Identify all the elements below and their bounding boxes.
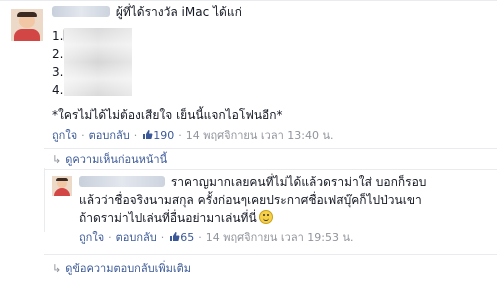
like-count[interactable]: 190: [153, 129, 174, 142]
reply-arrow-icon: ↳: [52, 262, 62, 275]
comment-body-line: *ใครไม่ได้ไม่ต้องเสียใจ เย็นนี้แจกไอโฟนอ…: [52, 108, 283, 122]
like-count[interactable]: 65: [180, 231, 194, 244]
like-thumb-icon: [142, 129, 153, 140]
view-more-replies[interactable]: ↳ ดูข้อความตอบกลับเพิ่มเติม: [52, 262, 191, 276]
like-thumb-icon: [169, 231, 180, 242]
reply-timestamp[interactable]: 14 พฤศจิกายน เวลา 19:53 น.: [206, 231, 354, 244]
top-divider: [0, 0, 497, 1]
view-previous-comments[interactable]: ↳ ดูความเห็นก่อนหน้านี้: [52, 153, 167, 167]
comment-timestamp[interactable]: 14 พฤศจิกายน เวลา 13:40 น.: [186, 129, 334, 142]
reply-body-line: ราคาญมากเลยคนที่ไม่ได้แล้วดราม่าใส่ บอกก…: [79, 174, 426, 190]
like-button[interactable]: ถูกใจ: [79, 231, 104, 244]
comment-actions: ถูกใจ · ตอบกลับ · 190 · 14 พฤศจิกายน เวลา 13:4…: [52, 129, 334, 142]
like-button[interactable]: ถูกใจ: [52, 129, 77, 142]
reply-author-name-blurred[interactable]: [79, 176, 165, 187]
comment-header: ผู้ที่ได้รางวัล iMac ได้แก่: [52, 4, 242, 20]
reply-body-line: ถ้าดราม่าไปเล่นที่อื่นอย่ามาเล่นที่นี่: [79, 210, 273, 226]
reply-button[interactable]: ตอบกลับ: [116, 231, 157, 244]
comment-intro-text: ผู้ที่ได้รางวัล iMac ได้แก่: [115, 5, 242, 19]
reply-button[interactable]: ตอบกลับ: [89, 129, 130, 142]
censored-names-mosaic: [64, 28, 132, 96]
reply-avatar[interactable]: [52, 176, 72, 196]
reply-actions: ถูกใจ · ตอบกลับ · 65 · 14 พฤศจิกายน เวลา 19:53…: [79, 231, 354, 244]
winner-item: 2.: [52, 47, 64, 61]
reply-arrow-icon: ↳: [52, 153, 62, 166]
reply-thread-line: [44, 168, 45, 232]
divider: [44, 169, 497, 170]
author-name-blurred[interactable]: [52, 6, 110, 17]
winner-item: 3.: [52, 65, 64, 79]
reply-body-line: แล้วว่าชื่อจริงนามสกุล ครั้งก่อนๆเคยประก…: [79, 193, 422, 207]
divider: [44, 148, 497, 149]
winner-item: 4.: [52, 83, 64, 97]
smile-emoji-icon: [258, 210, 273, 224]
divider: [44, 254, 497, 255]
commenter-avatar[interactable]: [11, 9, 43, 41]
